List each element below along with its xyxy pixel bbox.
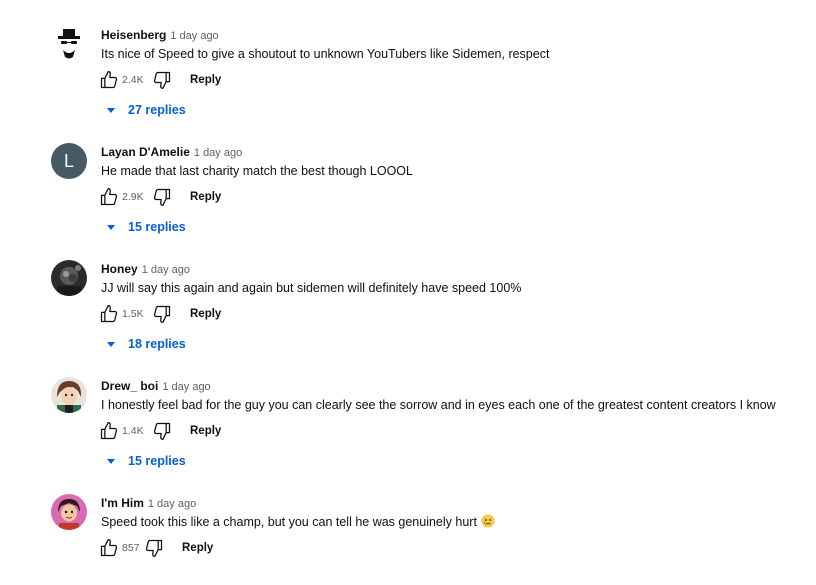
replies-count: 15 replies — [128, 220, 186, 234]
comment-header: I'm Him 1 day ago — [101, 494, 196, 510]
reply-button[interactable]: Reply — [182, 542, 213, 554]
avatar[interactable] — [51, 26, 87, 62]
caret-down-icon — [104, 103, 118, 117]
author-name[interactable]: I'm Him — [101, 496, 144, 510]
like-count: 2.4K — [122, 74, 144, 86]
reply-button[interactable]: Reply — [190, 191, 221, 203]
comment-header: Honey 1 day ago — [101, 260, 190, 276]
dislike-icon[interactable] — [152, 421, 172, 441]
dislike-icon[interactable] — [152, 70, 172, 90]
dislike-icon[interactable] — [152, 304, 172, 324]
anime-avatar-icon — [51, 377, 87, 413]
comment-actions: 2.9K Reply — [99, 187, 221, 207]
avatar[interactable] — [51, 377, 87, 413]
like-icon[interactable] — [99, 421, 119, 441]
heisenberg-avatar-icon — [51, 26, 87, 62]
replies-count: 27 replies — [128, 103, 186, 117]
comment-time[interactable]: 1 day ago — [194, 147, 242, 159]
comment-actions: 2.4K Reply — [99, 70, 221, 90]
comment-text: He made that last charity match the best… — [101, 164, 413, 178]
author-name[interactable]: Honey — [101, 262, 138, 276]
comment-thread: Heisenberg 1 day ago Its nice of Speed to… — [0, 0, 816, 117]
caret-down-icon — [104, 337, 118, 351]
reply-button[interactable]: Reply — [190, 425, 221, 437]
like-count: 2.9K — [122, 191, 144, 203]
comment-thread: Honey 1 day ago JJ will say this again an… — [0, 234, 816, 351]
comment-text-row: Speed took this like a champ, but you ca… — [101, 513, 495, 531]
like-icon[interactable] — [99, 538, 119, 558]
comment-text: JJ will say this again and again but sid… — [101, 281, 522, 295]
like-icon[interactable] — [99, 70, 119, 90]
photo-avatar-icon — [51, 260, 87, 296]
like-count: 1.4K — [122, 425, 144, 437]
dislike-icon[interactable] — [152, 187, 172, 207]
comment-actions: 1.4K Reply — [99, 421, 221, 441]
dislike-icon[interactable] — [144, 538, 164, 558]
comment-header: Drew_ boi 1 day ago — [101, 377, 211, 393]
comment-thread: I'm Him 1 day ago Speed took this like a … — [0, 468, 816, 585]
comment-thread: Drew_ boi 1 day ago I honestly feel bad f… — [0, 351, 816, 468]
comment-time[interactable]: 1 day ago — [170, 30, 218, 42]
comment-thread: L Layan D'Amelie 1 day ago He made that l… — [0, 117, 816, 234]
comments-section: Heisenberg 1 day ago Its nice of Speed to… — [0, 0, 816, 571]
comment-text: I honestly feel bad for the guy you can … — [101, 398, 776, 412]
avatar[interactable]: L — [51, 143, 87, 179]
comment-actions: 857 Reply — [99, 538, 213, 558]
author-name[interactable]: Layan D'Amelie — [101, 145, 190, 159]
author-name[interactable]: Heisenberg — [101, 28, 166, 42]
like-count: 1.5K — [122, 308, 144, 320]
like-count: 857 — [122, 542, 140, 554]
comment-header: Heisenberg 1 day ago — [101, 26, 219, 42]
reply-button[interactable]: Reply — [190, 74, 221, 86]
like-icon[interactable] — [99, 304, 119, 324]
caret-down-icon — [104, 220, 118, 234]
avatar[interactable] — [51, 494, 87, 530]
comment-time[interactable]: 1 day ago — [142, 264, 190, 276]
sad-face-emoji-icon — [481, 514, 495, 528]
comment-text: Speed took this like a champ, but you ca… — [101, 515, 477, 529]
cartoon-avatar-icon — [51, 494, 87, 530]
reply-button[interactable]: Reply — [190, 308, 221, 320]
author-name[interactable]: Drew_ boi — [101, 379, 158, 393]
comment-actions: 1.5K Reply — [99, 304, 221, 324]
like-icon[interactable] — [99, 187, 119, 207]
comment-time[interactable]: 1 day ago — [162, 381, 210, 393]
replies-count: 18 replies — [128, 337, 186, 351]
comment-text: Its nice of Speed to give a shoutout to … — [101, 47, 550, 61]
replies-count: 15 replies — [128, 454, 186, 468]
avatar[interactable] — [51, 260, 87, 296]
comment-time[interactable]: 1 day ago — [148, 498, 196, 510]
caret-down-icon — [104, 454, 118, 468]
comment-header: Layan D'Amelie 1 day ago — [101, 143, 242, 159]
